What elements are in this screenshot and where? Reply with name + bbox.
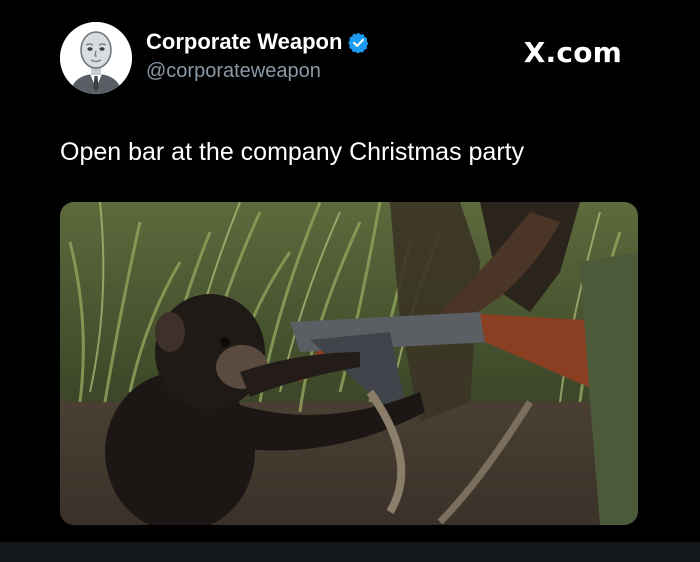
cartoon-man-avatar-icon (60, 22, 132, 94)
author-handle[interactable]: @corporateweapon (146, 58, 369, 84)
author-info: Corporate Weapon @corporateweapon (146, 28, 369, 84)
verified-badge-icon (348, 32, 369, 53)
photo-media (60, 202, 638, 525)
tweet-media-photo[interactable] (60, 202, 638, 525)
author-display-name[interactable]: Corporate Weapon (146, 28, 342, 56)
tweet-card: Corporate Weapon @corporateweapon X.com … (0, 0, 700, 562)
x-brand-logo: X.com (523, 36, 622, 69)
author-name-row: Corporate Weapon (146, 28, 369, 56)
footer-bar (0, 542, 700, 562)
tweet-text: Open bar at the company Christmas party (60, 138, 525, 166)
author-avatar[interactable] (60, 22, 132, 94)
